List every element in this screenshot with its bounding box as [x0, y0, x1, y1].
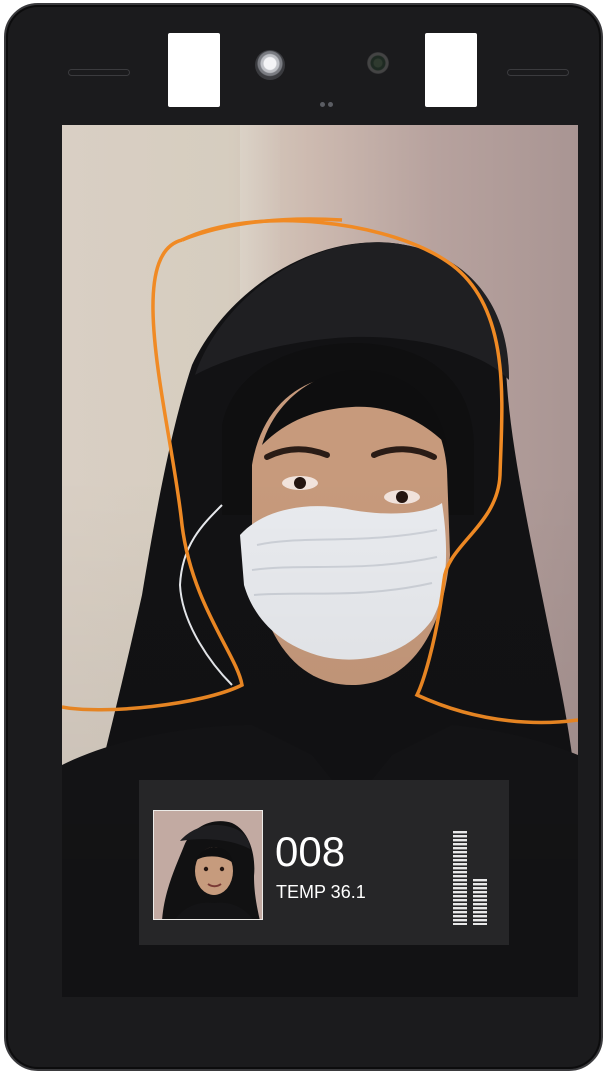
meter-segment	[453, 907, 467, 910]
meter-segment	[473, 923, 487, 925]
meter-segment	[453, 835, 467, 838]
meter-segment	[473, 907, 487, 910]
meter-segment	[473, 919, 487, 922]
meter-segment	[453, 899, 467, 902]
meter-segment	[453, 915, 467, 918]
meter-segment	[453, 855, 467, 858]
infrared-camera-icon	[367, 52, 389, 74]
meter-segment	[453, 879, 467, 882]
meter-segment	[453, 851, 467, 854]
meter-segment	[453, 839, 467, 842]
meter-segment	[473, 887, 487, 890]
speaker-grille-right	[507, 69, 569, 76]
camera-preview-screen: 008 TEMP 36.1	[62, 125, 578, 997]
meter-segment	[453, 831, 467, 834]
meter-segment	[473, 915, 487, 918]
signal-bar-left	[453, 831, 467, 925]
meter-segment	[453, 867, 467, 870]
terminal-device: 008 TEMP 36.1	[4, 3, 603, 1071]
user-id-label: 008	[275, 828, 346, 875]
meter-segment	[473, 911, 487, 914]
signal-level-meter	[453, 831, 487, 925]
recognition-result-panel: 008 TEMP 36.1	[139, 780, 509, 945]
meter-segment	[473, 899, 487, 902]
meter-segment	[453, 911, 467, 914]
meter-segment	[473, 879, 487, 882]
meter-segment	[453, 859, 467, 862]
meter-segment	[473, 883, 487, 886]
meter-segment	[453, 903, 467, 906]
meter-segment	[473, 903, 487, 906]
infrared-fill-light-right	[425, 33, 477, 107]
meter-segment	[473, 895, 487, 898]
meter-segment	[453, 871, 467, 874]
signal-bar-right	[473, 879, 487, 925]
meter-segment	[453, 847, 467, 850]
temperature-label: TEMP 36.1	[276, 882, 366, 902]
matched-face-thumbnail	[153, 810, 263, 920]
meter-segment	[453, 883, 467, 886]
meter-segment	[453, 863, 467, 866]
meter-segment	[453, 875, 467, 878]
meter-segment	[453, 891, 467, 894]
infrared-fill-light-left	[168, 33, 220, 107]
meter-segment	[453, 895, 467, 898]
face-thumbnail-image	[154, 811, 262, 919]
meter-segment	[453, 887, 467, 890]
meter-segment	[453, 923, 467, 925]
speaker-grille-left	[68, 69, 130, 76]
meter-segment	[453, 919, 467, 922]
ir-led-icon	[320, 102, 336, 108]
meter-segment	[473, 891, 487, 894]
camera-lens-icon	[255, 50, 285, 80]
meter-segment	[453, 843, 467, 846]
